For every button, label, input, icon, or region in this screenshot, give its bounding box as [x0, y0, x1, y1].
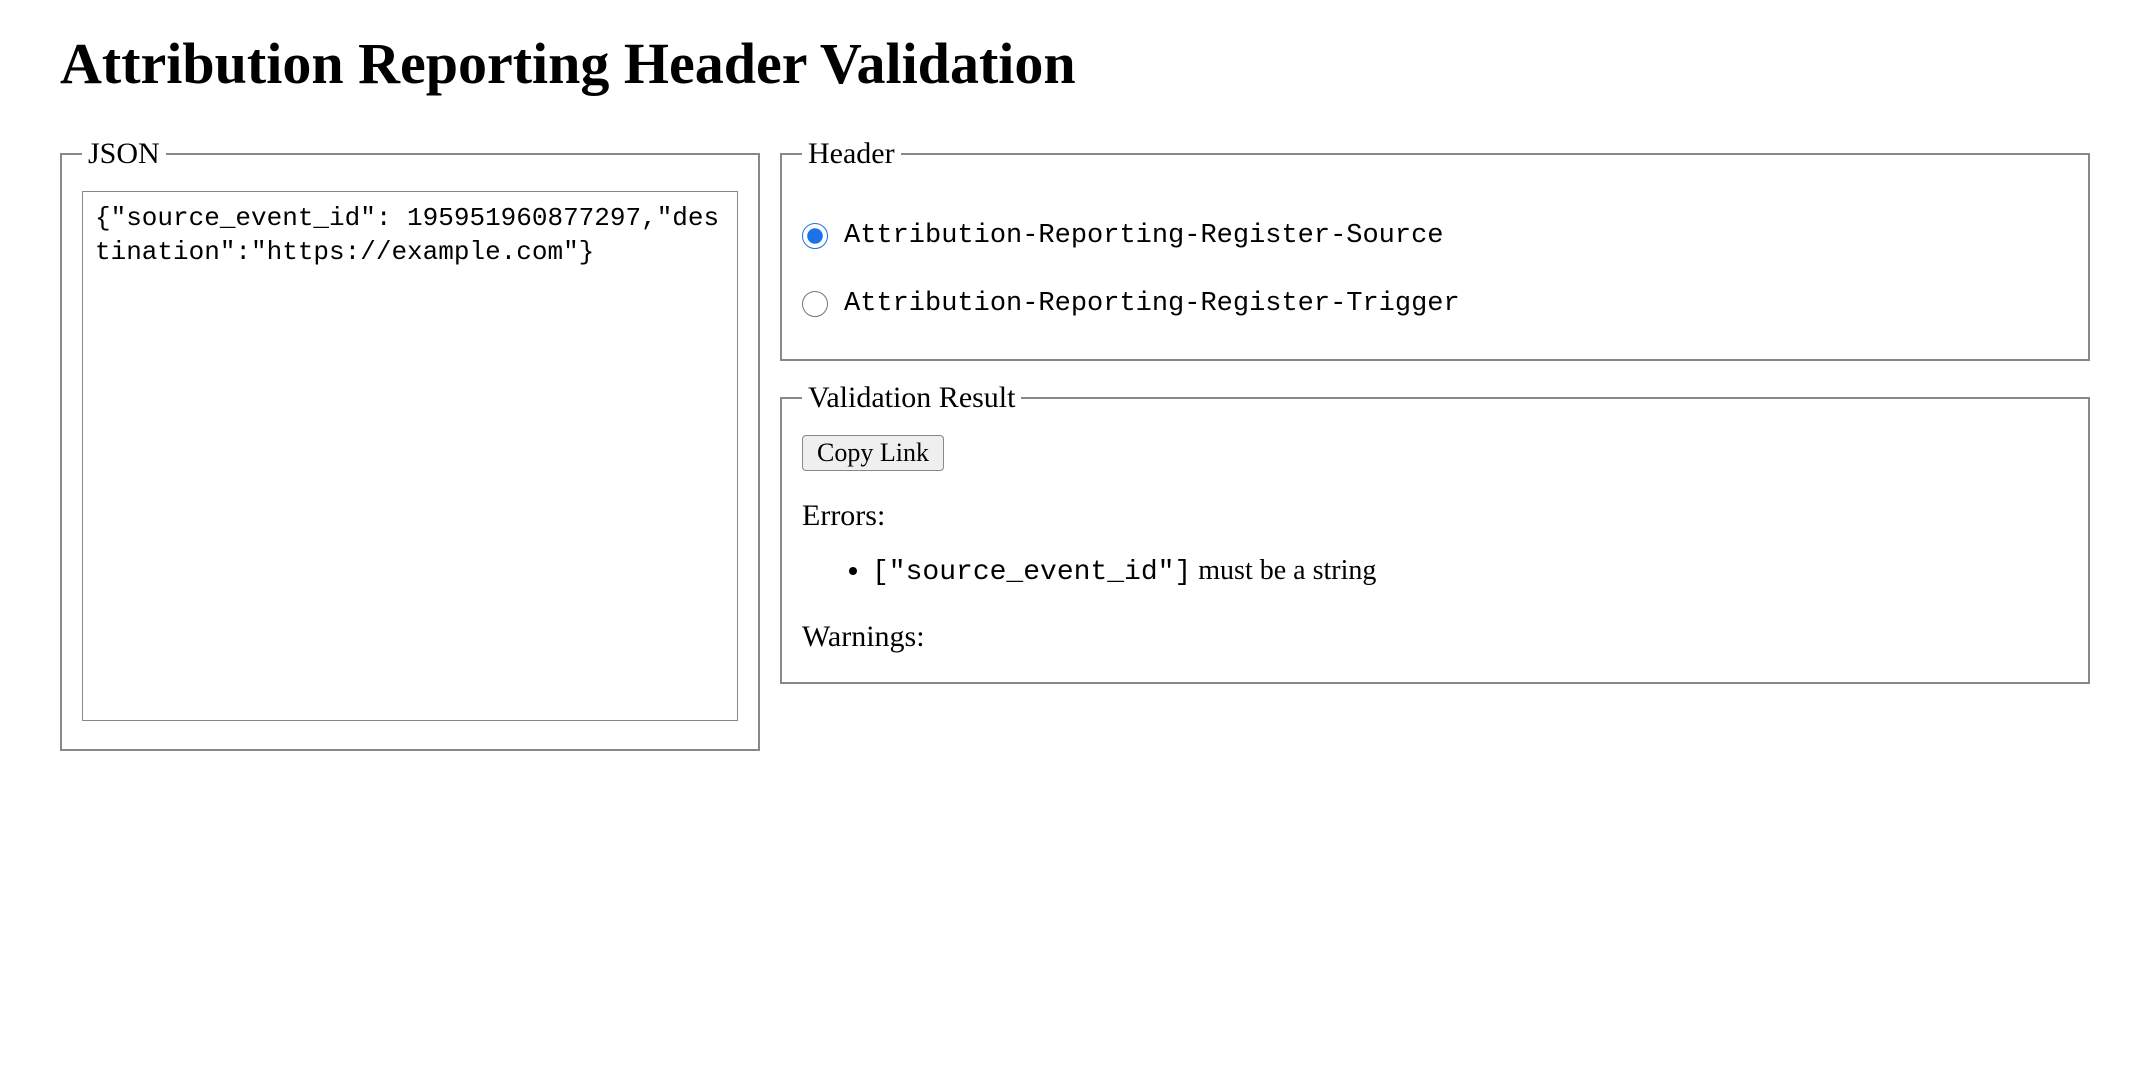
json-fieldset: JSON	[60, 137, 760, 751]
error-message: must be a string	[1191, 555, 1376, 586]
copy-link-button[interactable]: Copy Link	[802, 435, 944, 471]
error-path: ["source_event_id"]	[872, 557, 1191, 588]
error-item: ["source_event_id"] must be a string	[872, 551, 2068, 592]
page-title: Attribution Reporting Header Validation	[60, 30, 2090, 97]
validation-result-fieldset: Validation Result Copy Link Errors: ["so…	[780, 381, 2090, 684]
json-input[interactable]	[82, 191, 738, 721]
warnings-heading: Warnings:	[802, 620, 2068, 654]
radio-register-source[interactable]	[802, 223, 828, 249]
header-legend: Header	[802, 137, 901, 171]
radio-register-source-label[interactable]: Attribution-Reporting-Register-Source	[844, 221, 1444, 251]
radio-register-trigger[interactable]	[802, 291, 828, 317]
radio-register-trigger-label[interactable]: Attribution-Reporting-Register-Trigger	[844, 289, 1460, 319]
errors-list: ["source_event_id"] must be a string	[802, 551, 2068, 592]
errors-heading: Errors:	[802, 499, 2068, 533]
header-fieldset: Header Attribution-Reporting-Register-So…	[780, 137, 2090, 361]
validation-result-legend: Validation Result	[802, 381, 1021, 415]
json-legend: JSON	[82, 137, 166, 171]
